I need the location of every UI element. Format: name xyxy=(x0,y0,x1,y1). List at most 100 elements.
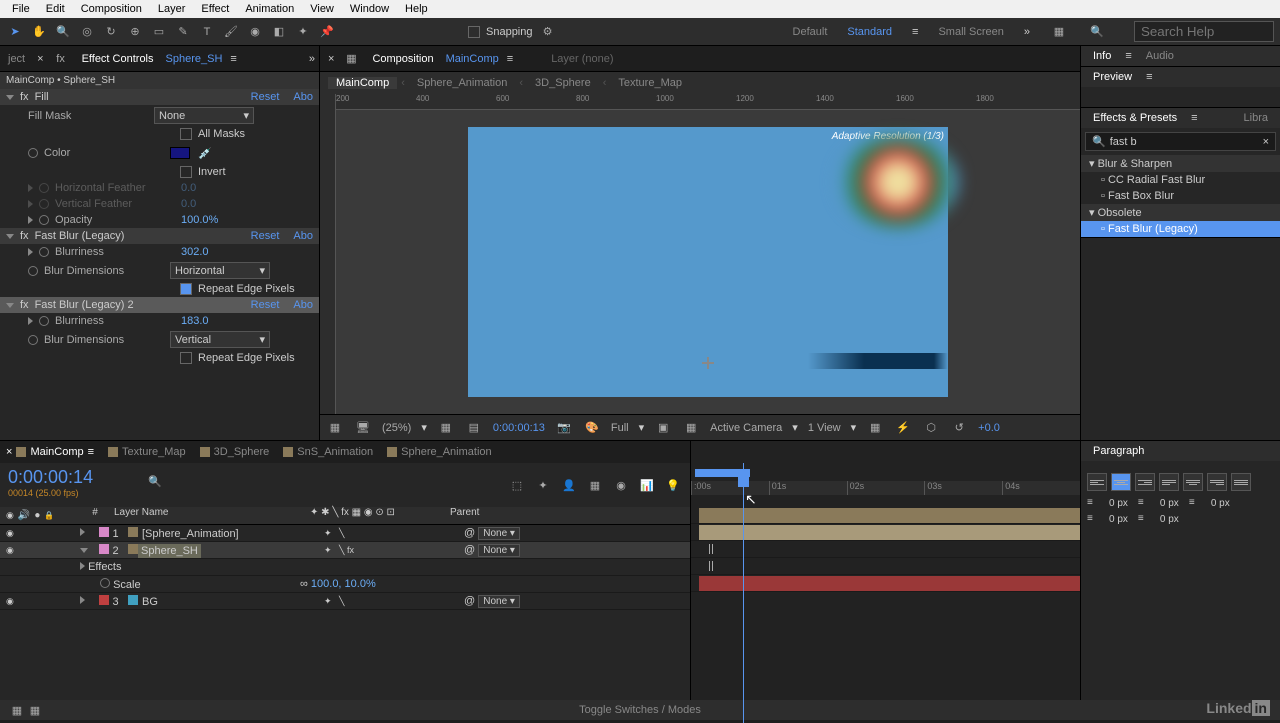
tab-menu-icon[interactable]: ≡ xyxy=(230,53,236,65)
effect-category-obsolete[interactable]: ▾ Obsolete xyxy=(1081,204,1280,221)
align-left-button[interactable] xyxy=(1087,473,1107,491)
clear-search-icon[interactable]: × xyxy=(1263,136,1269,148)
puppet-tool-icon[interactable]: 📌 xyxy=(318,23,336,41)
align-right-button[interactable] xyxy=(1135,473,1155,491)
tl-motionblur-icon[interactable]: ◉ xyxy=(612,476,630,494)
transparency-icon[interactable]: ▦ xyxy=(682,419,700,437)
layer-color-swatch[interactable] xyxy=(99,527,109,537)
clone-tool-icon[interactable]: ◉ xyxy=(246,23,264,41)
timeline-timecode[interactable]: 0:00:00:14 xyxy=(8,467,132,488)
view-dropdown[interactable]: 1 View xyxy=(808,422,841,434)
expand-icon[interactable] xyxy=(28,216,33,224)
track-bar-1[interactable] xyxy=(699,508,1080,523)
workspace-standard[interactable]: Standard xyxy=(847,26,892,38)
justify-last-left-button[interactable] xyxy=(1159,473,1179,491)
effect-controls-tab[interactable]: Effect Controls xyxy=(78,53,158,65)
pickwhip-icon[interactable]: @ xyxy=(464,544,475,556)
zoom-tool-icon[interactable]: 🔍 xyxy=(54,23,72,41)
subtab-3d-sphere[interactable]: 3D_Sphere xyxy=(527,77,599,89)
justify-last-right-button[interactable] xyxy=(1207,473,1227,491)
reset-exposure-icon[interactable]: ↺ xyxy=(950,419,968,437)
indent-left-value[interactable]: 0 px xyxy=(1109,498,1128,509)
eye-toggle[interactable] xyxy=(6,527,14,539)
effect-category-blur[interactable]: ▾ Blur & Sharpen xyxy=(1081,155,1280,172)
paragraph-tab[interactable]: Paragraph xyxy=(1089,445,1148,457)
audio-tab[interactable]: Audio xyxy=(1142,50,1178,62)
tab-menu-icon[interactable]: ≡ xyxy=(1125,50,1131,62)
comp-canvas-area[interactable]: Adaptive Resolution (1/3) xyxy=(336,110,1080,414)
tl-tab-texture[interactable]: Texture_Map xyxy=(108,446,186,458)
selection-tool-icon[interactable]: ➤ xyxy=(6,23,24,41)
resolution-dropdown[interactable]: Full xyxy=(611,422,629,434)
layer-color-swatch[interactable] xyxy=(99,595,109,605)
flowchart-icon[interactable]: ⬡ xyxy=(922,419,940,437)
footer-timecode[interactable]: 0:00:00:13 xyxy=(493,422,545,434)
menu-window[interactable]: Window xyxy=(342,3,397,15)
eyedropper-icon[interactable]: 💉 xyxy=(196,144,214,162)
repeatedge2-checkbox[interactable] xyxy=(180,352,192,364)
menu-file[interactable]: File xyxy=(4,3,38,15)
footer-icon2[interactable]: ▦ xyxy=(26,701,44,719)
library-tab[interactable]: Libra xyxy=(1240,112,1272,124)
repeatedge-checkbox[interactable] xyxy=(180,283,192,295)
tab-menu-icon[interactable]: ≡ xyxy=(1191,112,1197,124)
stopwatch-icon[interactable] xyxy=(28,266,38,276)
invert-checkbox[interactable] xyxy=(180,166,192,178)
about-button[interactable]: Abo xyxy=(293,299,313,311)
hfeather-value[interactable]: 0.0 xyxy=(181,182,196,194)
effect-fill-header[interactable]: fx Fill Reset Abo xyxy=(0,89,319,105)
roi-icon[interactable]: ▣ xyxy=(654,419,672,437)
preview-tab[interactable]: Preview xyxy=(1089,71,1136,83)
snapshot-icon[interactable]: 📷 xyxy=(555,419,573,437)
comp-canvas[interactable]: Adaptive Resolution (1/3) xyxy=(468,127,948,397)
effect-fastblur-header[interactable]: fx Fast Blur (Legacy) Reset Abo xyxy=(0,228,319,244)
alpha-icon[interactable]: ▦ xyxy=(326,419,344,437)
workspace-menu-icon[interactable]: ≡ xyxy=(912,26,918,38)
collapse-icon[interactable] xyxy=(6,95,14,100)
blurdim-dropdown[interactable]: Horizontal▾ xyxy=(170,262,270,279)
pickwhip-icon[interactable]: @ xyxy=(464,595,475,607)
effects-presets-tab[interactable]: Effects & Presets xyxy=(1089,112,1181,124)
composition-name[interactable]: MainComp xyxy=(446,53,499,65)
keyframe-marker[interactable] xyxy=(709,561,713,571)
layer-none-tab[interactable]: Layer (none) xyxy=(551,53,613,65)
footer-icon1[interactable]: ▦ xyxy=(8,701,26,719)
close-tab-icon[interactable]: × xyxy=(37,53,43,65)
parent-dropdown[interactable]: None ▾ xyxy=(478,527,520,540)
stopwatch-icon[interactable] xyxy=(39,183,49,193)
layer-name[interactable]: Sphere_SH xyxy=(138,544,201,558)
stopwatch-icon[interactable] xyxy=(28,148,38,158)
collapse-icon[interactable] xyxy=(6,303,14,308)
eraser-tool-icon[interactable]: ◧ xyxy=(270,23,288,41)
anchor-point-icon[interactable] xyxy=(702,357,714,369)
expand-icon[interactable] xyxy=(28,184,33,192)
scale-value[interactable]: 100.0, 10.0% xyxy=(311,578,376,590)
expand-effects-icon[interactable] xyxy=(80,562,85,570)
expand-layer-icon[interactable] xyxy=(80,528,85,536)
stopwatch-icon[interactable] xyxy=(39,215,49,225)
subtab-sphere-anim[interactable]: Sphere_Animation xyxy=(409,77,516,89)
track-bar-3[interactable] xyxy=(699,576,1080,591)
menu-animation[interactable]: Animation xyxy=(237,3,302,15)
align-center-button[interactable] xyxy=(1111,473,1131,491)
effects-row[interactable]: Effects xyxy=(0,559,690,576)
camera-dropdown[interactable]: Active Camera xyxy=(710,422,782,434)
eye-toggle[interactable] xyxy=(6,544,14,556)
fast-preview-icon[interactable]: ⚡ xyxy=(894,419,912,437)
tl-tab-maincomp[interactable]: ×MainComp≡ xyxy=(6,446,94,458)
draft3d-icon[interactable]: ▦ xyxy=(866,419,884,437)
search-timeline-icon[interactable]: 🔍 xyxy=(148,476,162,488)
exposure-value[interactable]: +0.0 xyxy=(978,422,1000,434)
layer-row-1[interactable]: 1 [Sphere_Animation] ✦ ╲ @ None ▾ xyxy=(0,525,690,542)
menu-layer[interactable]: Layer xyxy=(150,3,194,15)
zoom-value[interactable]: (25%) xyxy=(382,422,411,434)
work-area-bar[interactable] xyxy=(695,469,750,477)
parent-dropdown[interactable]: None ▾ xyxy=(478,544,520,557)
orbit-tool-icon[interactable]: ◎ xyxy=(78,23,96,41)
brush-tool-icon[interactable]: 🖌 xyxy=(222,23,240,41)
timeline-tracks-area[interactable]: :00s01s02s03s04s ↖ xyxy=(690,441,1080,720)
menu-composition[interactable]: Composition xyxy=(73,3,150,15)
reset-button[interactable]: Reset xyxy=(251,299,280,311)
opacity-value[interactable]: 100.0% xyxy=(181,214,218,226)
tab-overflow-icon[interactable]: » xyxy=(309,53,315,65)
